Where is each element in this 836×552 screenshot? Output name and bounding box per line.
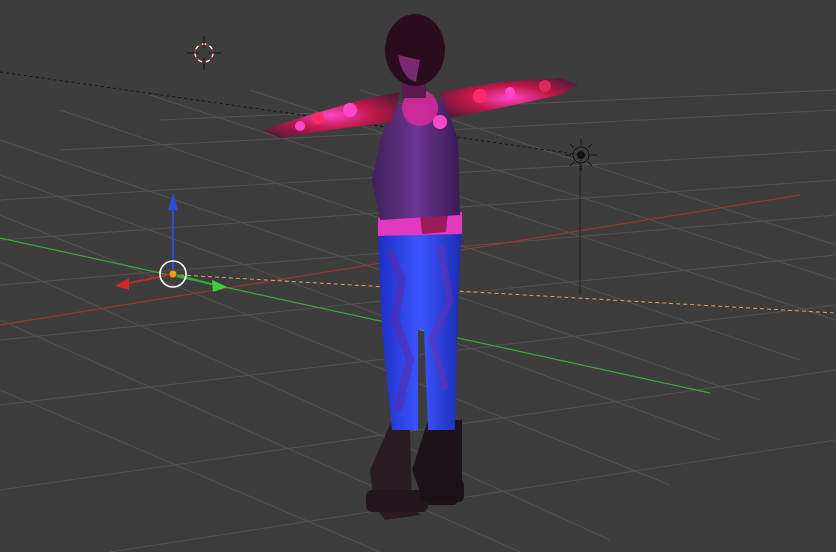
- viewport-canvas[interactable]: [0, 0, 836, 552]
- 3d-viewport[interactable]: [0, 0, 836, 552]
- character-figure: [262, 14, 578, 520]
- orange-guide-line: [179, 274, 836, 314]
- crosshair-icon: [187, 36, 221, 70]
